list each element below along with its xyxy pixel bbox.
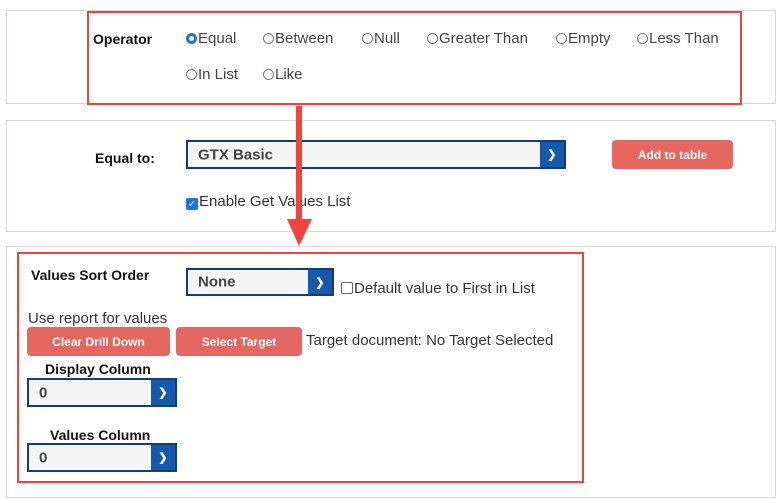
chevron-down-icon: ❯ <box>540 142 564 167</box>
checkbox-checked-icon: ✓ <box>186 198 198 210</box>
equal-to-panel <box>6 120 776 232</box>
values-highlight-box <box>17 252 584 483</box>
checkbox-label: Enable Get Values List <box>199 193 351 210</box>
arrow-down-icon <box>287 106 312 246</box>
equal-to-select[interactable]: GTX Basic ❯ <box>186 140 566 169</box>
select-value: GTX Basic <box>198 146 274 163</box>
operator-highlight-box <box>87 11 742 105</box>
equal-to-label: Equal to: <box>95 150 155 166</box>
enable-get-values-checkbox[interactable]: ✓ Enable Get Values List <box>186 193 350 210</box>
add-to-table-button[interactable]: Add to table <box>612 140 733 169</box>
